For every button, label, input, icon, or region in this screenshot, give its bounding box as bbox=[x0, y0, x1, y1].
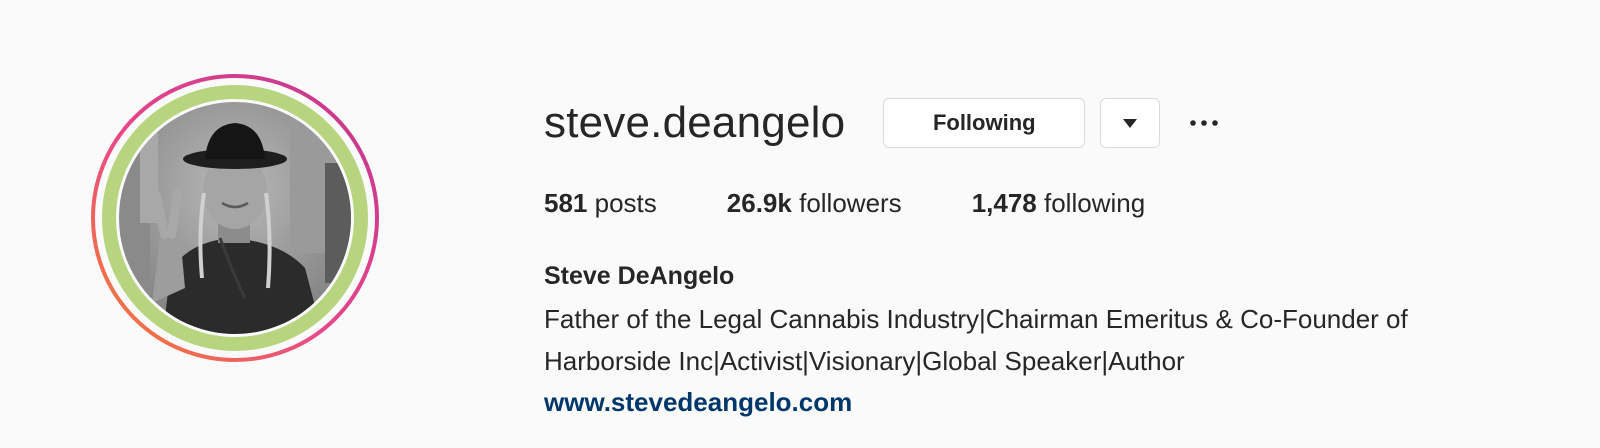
following-button[interactable]: Following bbox=[883, 98, 1086, 148]
bio: Steve DeAngelo Father of the Legal Canna… bbox=[544, 258, 1584, 422]
suggested-accounts-dropdown-button[interactable] bbox=[1100, 98, 1161, 148]
following-label: following bbox=[1044, 187, 1146, 218]
followers-stat[interactable]: 26.9k followers bbox=[727, 188, 902, 219]
bio-line: Harborside Inc|Activist|Visionary|Global… bbox=[544, 346, 1185, 376]
more-options-icon bbox=[1190, 120, 1219, 126]
following-count: 1,478 bbox=[971, 187, 1037, 218]
followers-count: 26.9k bbox=[726, 187, 792, 218]
title-row: steve.deangelo Following bbox=[544, 92, 1584, 154]
caret-down-icon bbox=[1123, 118, 1138, 128]
website-link[interactable]: www.stevedeangelo.com bbox=[544, 382, 852, 422]
avatar-photo bbox=[91, 74, 379, 362]
username: steve.deangelo bbox=[544, 98, 846, 147]
posts-count: 581 bbox=[544, 187, 588, 218]
more-options-button[interactable] bbox=[1188, 98, 1220, 148]
bio-line: Father of the Legal Cannabis Industry|Ch… bbox=[544, 304, 1408, 334]
following-stat[interactable]: 1,478 following bbox=[972, 188, 1145, 219]
bio-text: Father of the Legal Cannabis Industry|Ch… bbox=[544, 298, 1584, 382]
full-name: Steve DeAngelo bbox=[544, 262, 735, 290]
stats-row: 581 posts 26.9k followers 1,478 followin… bbox=[544, 186, 1584, 220]
posts-stat: 581 posts bbox=[544, 188, 657, 219]
followers-label: followers bbox=[799, 187, 902, 218]
following-button-label: Following bbox=[932, 110, 1036, 135]
profile-info: steve.deangelo Following 581 posts 26.9k… bbox=[544, 92, 1584, 422]
profile-avatar[interactable] bbox=[90, 73, 380, 363]
profile-header: steve.deangelo Following 581 posts 26.9k… bbox=[0, 0, 1600, 448]
posts-label: posts bbox=[594, 187, 657, 218]
